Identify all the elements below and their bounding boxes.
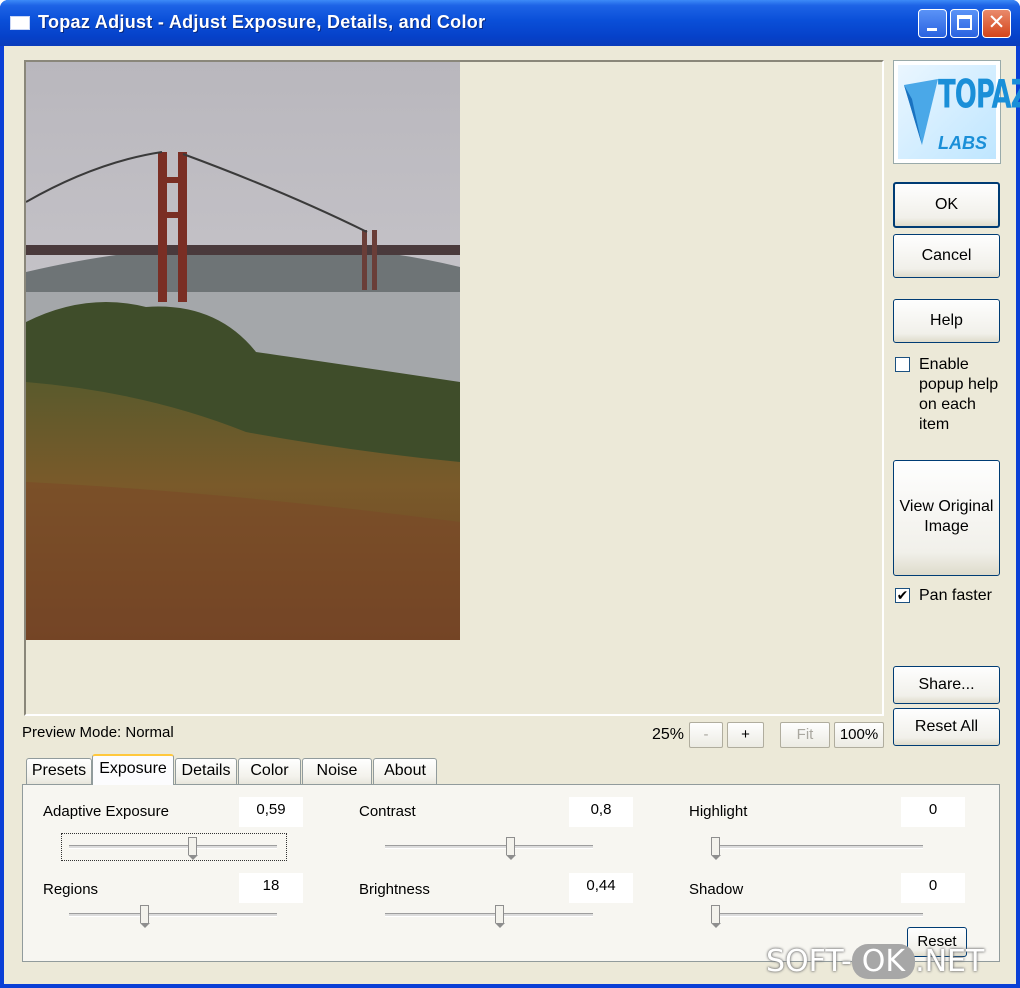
contrast-label: Contrast: [359, 803, 416, 820]
tab-noise[interactable]: Noise: [302, 758, 372, 784]
maximize-icon: [957, 15, 972, 30]
minimize-icon: [927, 28, 937, 31]
shadow-slider-thumb[interactable]: [711, 905, 721, 928]
adaptive-exposure-track[interactable]: [69, 845, 277, 849]
brightness-value[interactable]: 0,44: [569, 873, 633, 903]
pan-faster-checkbox[interactable]: ✔: [895, 588, 910, 603]
maximize-button[interactable]: [950, 9, 979, 38]
tab-details[interactable]: Details: [175, 758, 237, 784]
preview-image[interactable]: [26, 62, 460, 640]
minimize-button[interactable]: [918, 9, 947, 38]
zoom-100-button[interactable]: 100%: [834, 722, 884, 748]
zoom-out-button[interactable]: -: [689, 722, 723, 748]
bridge-photo: [26, 62, 460, 640]
ok-button[interactable]: OK: [893, 182, 1000, 228]
highlight-value[interactable]: 0: [901, 797, 965, 827]
contrast-slider-thumb[interactable]: [505, 837, 516, 860]
brightness-label: Brightness: [359, 881, 430, 898]
reset-all-label: Reset All: [914, 718, 979, 735]
shadow-label: Shadow: [689, 881, 744, 898]
regions-label: Regions: [43, 881, 99, 898]
close-icon: ✕: [987, 11, 1006, 34]
logo-text-topaz: TOPAZ: [938, 73, 1020, 118]
regions-track[interactable]: [69, 913, 277, 917]
help-button[interactable]: Help: [893, 299, 1000, 343]
contrast-track[interactable]: [385, 845, 593, 849]
contrast-value[interactable]: 0,8: [569, 797, 633, 827]
popup-help-checkbox[interactable]: [895, 357, 910, 372]
title-bar[interactable]: Topaz Adjust - Adjust Exposure, Details,…: [0, 0, 1020, 46]
regions-value[interactable]: 18: [239, 873, 303, 903]
cancel-button[interactable]: Cancel: [893, 234, 1000, 278]
exposure-panel: Adaptive Exposure 0,59 Regions 18 Contra…: [22, 784, 1000, 962]
brightness-slider-thumb[interactable]: [495, 905, 506, 928]
adaptive-exposure-value[interactable]: 0,59: [239, 797, 303, 827]
ok-label: OK: [934, 196, 959, 213]
highlight-track[interactable]: [715, 845, 923, 849]
preview-mode-label: Preview Mode: Normal: [22, 724, 174, 741]
regions-slider-thumb[interactable]: [139, 905, 150, 928]
zoom-level: 25%: [652, 726, 685, 743]
highlight-slider-thumb[interactable]: [711, 837, 721, 860]
zoom-fit-button[interactable]: Fit: [780, 722, 830, 748]
view-original-button[interactable]: View Original Image: [893, 460, 1000, 576]
help-label: Help: [930, 312, 963, 329]
reset-all-button[interactable]: Reset All: [893, 708, 1000, 746]
watermark-ok: OK: [851, 944, 916, 979]
tab-presets[interactable]: Presets: [26, 758, 92, 784]
popup-help-label: Enable popup help on each item: [919, 356, 999, 433]
tab-color[interactable]: Color: [238, 758, 301, 784]
highlight-label: Highlight: [689, 803, 748, 820]
shadow-track[interactable]: [715, 913, 923, 917]
cancel-label: Cancel: [921, 247, 972, 264]
tab-about[interactable]: About: [373, 758, 437, 784]
brightness-track[interactable]: [385, 913, 593, 917]
adaptive-exposure-slider-thumb[interactable]: [187, 837, 198, 860]
watermark-left: SOFT-: [766, 944, 852, 979]
share-label: Share...: [918, 676, 975, 693]
checkmark-icon: ✔: [896, 587, 909, 603]
client-area: TOPAZ LABS OK Cancel Help Enable popup h…: [4, 46, 1020, 984]
close-button[interactable]: ✕: [982, 9, 1011, 38]
adaptive-exposure-label: Adaptive Exposure: [43, 803, 169, 820]
shadow-value[interactable]: 0: [901, 873, 965, 903]
share-button[interactable]: Share...: [893, 666, 1000, 704]
tab-exposure[interactable]: Exposure: [92, 754, 174, 785]
preview-pane[interactable]: [24, 60, 884, 716]
window-title: Topaz Adjust - Adjust Exposure, Details,…: [38, 12, 486, 32]
app-window: Topaz Adjust - Adjust Exposure, Details,…: [0, 0, 1020, 988]
watermark: SOFT- OK .NET: [766, 944, 984, 986]
app-icon: [10, 16, 30, 30]
zoom-in-button[interactable]: +: [727, 722, 764, 748]
view-original-label: View Original Image: [899, 498, 994, 535]
topaz-labs-logo: TOPAZ LABS: [893, 60, 1020, 164]
watermark-right: .NET: [915, 944, 985, 979]
logo-text-labs: LABS: [938, 133, 987, 153]
pan-faster-label: Pan faster: [919, 587, 992, 604]
